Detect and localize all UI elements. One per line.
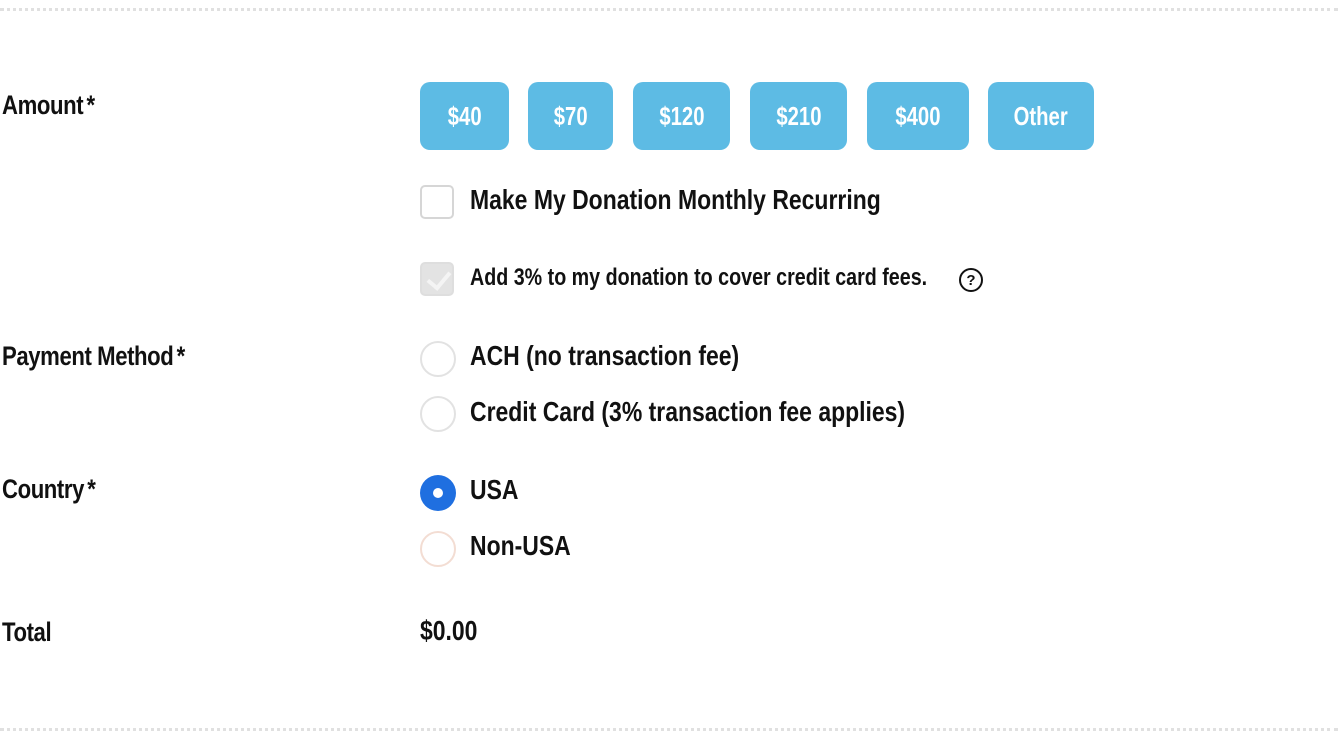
cover-fees-label: Add 3% to my donation to cover credit ca…: [470, 264, 928, 291]
country-non-usa-radio[interactable]: [420, 531, 456, 567]
amount-400-button[interactable]: $400: [867, 82, 969, 150]
country-usa-radio[interactable]: [420, 475, 456, 511]
required-mark: *: [87, 474, 96, 504]
amount-label: Amount *: [2, 90, 95, 120]
amount-210-button[interactable]: $210: [750, 82, 847, 150]
total-label: Total: [2, 617, 52, 647]
required-mark: *: [176, 341, 186, 371]
recurring-checkbox[interactable]: [420, 185, 454, 219]
amount-120-button[interactable]: $120: [633, 82, 730, 150]
total-value: $0.00: [420, 615, 478, 646]
amount-40-button[interactable]: $40: [420, 82, 509, 150]
cover-fees-checkbox[interactable]: [420, 262, 454, 296]
payment-ach-radio[interactable]: [420, 341, 456, 377]
payment-method-label: Payment Method *: [2, 341, 186, 371]
country-label: Country *: [2, 474, 96, 504]
amount-other-button[interactable]: Other: [988, 82, 1094, 150]
required-mark: *: [86, 90, 95, 120]
recurring-label: Make My Donation Monthly Recurring: [470, 184, 881, 215]
payment-credit-card-radio[interactable]: [420, 396, 456, 432]
payment-credit-card-label: Credit Card (3% transaction fee applies): [470, 396, 906, 427]
bottom-divider: [0, 728, 1338, 731]
top-divider: [0, 8, 1338, 11]
amount-70-button[interactable]: $70: [528, 82, 613, 150]
payment-ach-label: ACH (no transaction fee): [470, 340, 740, 371]
help-icon[interactable]: ?: [959, 268, 983, 292]
checkmark-icon: [426, 265, 452, 291]
country-usa-label: USA: [470, 474, 519, 505]
radio-dot-icon: [433, 488, 443, 498]
country-non-usa-label: Non-USA: [470, 530, 571, 561]
